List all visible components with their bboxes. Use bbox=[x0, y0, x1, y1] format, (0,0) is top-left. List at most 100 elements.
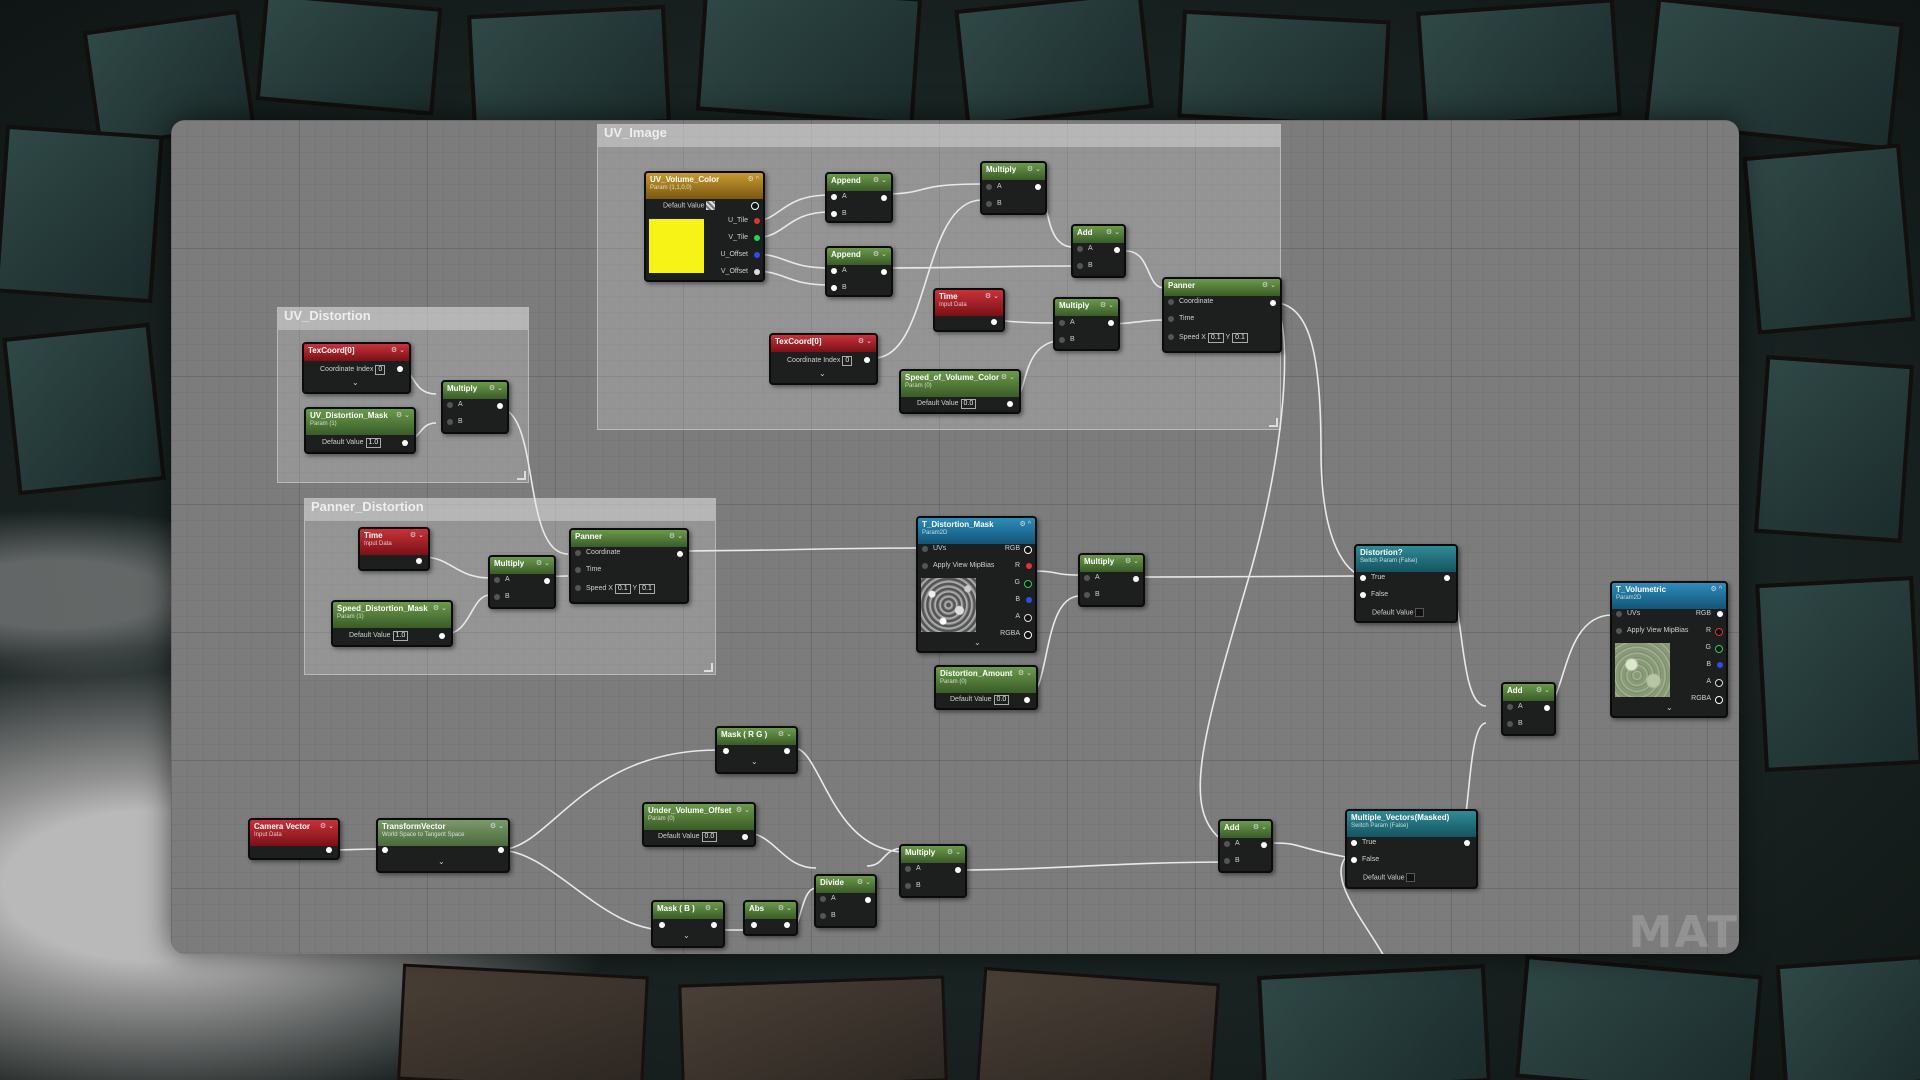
default-value-checkbox[interactable]: Default Value bbox=[1372, 608, 1425, 617]
pin-u-offset[interactable]: U_Offset bbox=[721, 251, 760, 258]
output-pin[interactable] bbox=[677, 551, 683, 557]
input-b[interactable]: B bbox=[905, 882, 921, 889]
output-rgba[interactable]: RGBA bbox=[1691, 695, 1723, 704]
options-icon[interactable]: ⚙ ^ bbox=[1019, 520, 1031, 528]
output-pin[interactable] bbox=[1544, 705, 1550, 711]
input-pin[interactable] bbox=[575, 550, 581, 556]
node-header[interactable]: TexCoord[0] ⚙ ⌄ bbox=[304, 344, 409, 361]
input-a[interactable]: A bbox=[1059, 319, 1075, 326]
options-icon[interactable]: ⚙ ⌄ bbox=[985, 292, 999, 300]
output-pin[interactable] bbox=[1024, 631, 1032, 639]
node-header[interactable]: Multiply ⚙ ⌄ bbox=[901, 846, 965, 863]
input-true[interactable]: True bbox=[1351, 839, 1376, 846]
output-pin[interactable] bbox=[1026, 597, 1032, 603]
output-pin[interactable] bbox=[498, 847, 504, 853]
input-pin[interactable] bbox=[659, 922, 665, 928]
default-value-checkbox[interactable]: Default Value bbox=[1363, 873, 1416, 882]
input-a[interactable]: A bbox=[1224, 840, 1240, 847]
node-header[interactable]: Multiply ⚙ ⌄ bbox=[982, 163, 1045, 180]
input-pin[interactable] bbox=[447, 419, 453, 425]
input-pin[interactable] bbox=[1351, 857, 1357, 863]
field-value[interactable]: 1.0 bbox=[392, 631, 409, 641]
options-icon[interactable]: ⚙ ⌄ bbox=[1125, 557, 1139, 565]
input-false[interactable]: False bbox=[1351, 856, 1379, 863]
output-pin[interactable] bbox=[754, 218, 760, 224]
output-pin[interactable] bbox=[955, 867, 961, 873]
options-icon[interactable]: ⚙ ⌄ bbox=[536, 559, 550, 567]
node-mask-rg[interactable]: Mask ( R G ) ⚙ ⌄ ⌄ bbox=[715, 726, 798, 774]
node-header[interactable]: Multiple_Vectors(Masked) Switch Param (Fa… bbox=[1347, 811, 1476, 837]
input-pin[interactable] bbox=[831, 268, 837, 274]
node-time-panner[interactable]: Time Input Data ⚙ ⌄ bbox=[358, 527, 430, 571]
input-pin[interactable] bbox=[1168, 334, 1174, 340]
output-pin[interactable] bbox=[397, 366, 403, 372]
output-pin[interactable] bbox=[416, 558, 422, 564]
texture-thumbnail[interactable] bbox=[921, 578, 976, 632]
node-header[interactable]: Append ⚙ ⌄ bbox=[827, 248, 891, 265]
node-uv-volume-color[interactable]: UV_Volume_Color Param (1,1,0,0) ⚙ ^ Defaul… bbox=[644, 171, 765, 282]
options-icon[interactable]: ⚙ ⌄ bbox=[1262, 281, 1276, 289]
input-pin[interactable] bbox=[986, 201, 992, 207]
output-pin[interactable] bbox=[544, 578, 550, 584]
output-pin[interactable] bbox=[784, 748, 790, 754]
options-icon[interactable]: ⚙ ⌄ bbox=[736, 806, 750, 814]
output-b[interactable]: B bbox=[1706, 661, 1723, 668]
options-icon[interactable]: ⚙ ⌄ bbox=[873, 176, 887, 184]
output-pin[interactable] bbox=[1261, 842, 1267, 848]
output-pin[interactable] bbox=[1715, 628, 1723, 636]
input-a[interactable]: A bbox=[831, 267, 847, 274]
output-pin[interactable] bbox=[1108, 320, 1114, 326]
input-pin[interactable] bbox=[1224, 858, 1230, 864]
output-rgb[interactable]: RGB bbox=[1696, 610, 1723, 617]
node-distortion-switch[interactable]: Distortion? Switch Param (False) True Fal… bbox=[1354, 544, 1458, 623]
output-pin[interactable] bbox=[326, 847, 332, 853]
input-pin[interactable] bbox=[1077, 246, 1083, 252]
node-texcoord-top[interactable]: TexCoord[0] ⚙ ⌄ Coordinate Index 0 ⌄ bbox=[769, 333, 878, 385]
input-pin[interactable] bbox=[1224, 841, 1230, 847]
input-pin[interactable] bbox=[1077, 263, 1083, 269]
options-icon[interactable]: ⚙ ⌄ bbox=[1001, 373, 1015, 381]
options-icon[interactable]: ⚙ ⌄ bbox=[1027, 165, 1041, 173]
node-multiply-panner[interactable]: Multiply ⚙ ⌄ A B bbox=[488, 555, 556, 609]
expand-chevron-icon[interactable]: ⌄ bbox=[352, 378, 359, 387]
node-header[interactable]: Distortion? Switch Param (False) bbox=[1356, 546, 1456, 572]
speed-y-field[interactable]: 0.1 bbox=[1232, 333, 1248, 343]
node-header[interactable]: T_Volumetric Param2D ⚙ ^ bbox=[1612, 583, 1726, 609]
field-value[interactable]: 0.0 bbox=[993, 695, 1010, 705]
input-mip-bias[interactable]: Apply View MipBias bbox=[1616, 627, 1688, 634]
input-a[interactable]: A bbox=[831, 193, 847, 200]
input-pin[interactable] bbox=[1084, 575, 1090, 581]
input-pin[interactable] bbox=[1084, 592, 1090, 598]
input-pin[interactable] bbox=[447, 402, 453, 408]
node-transform-vector[interactable]: TransformVector World Space to Tangent Sp… bbox=[376, 818, 510, 873]
options-icon[interactable]: ⚙ ^ bbox=[747, 175, 759, 183]
input-pin[interactable] bbox=[1616, 628, 1622, 634]
input-pin[interactable] bbox=[1616, 611, 1622, 617]
node-camera-vector[interactable]: Camera Vector Input Data ⚙ ⌄ bbox=[248, 818, 340, 860]
input-pin[interactable] bbox=[986, 184, 992, 190]
node-speed-distortion-mask[interactable]: Speed_Distortion_Mask Param (1) ⚙ ⌄ Defaul… bbox=[331, 600, 453, 647]
options-icon[interactable]: ⚙ ⌄ bbox=[410, 531, 424, 539]
output-pin[interactable] bbox=[864, 357, 870, 363]
output-r[interactable]: R bbox=[1706, 627, 1723, 636]
color-picker-icon[interactable] bbox=[706, 201, 716, 210]
node-header[interactable]: Multiply ⚙ ⌄ bbox=[1055, 299, 1118, 316]
options-icon[interactable]: ⚙ ⌄ bbox=[320, 822, 334, 830]
output-a[interactable]: A bbox=[1706, 678, 1723, 687]
input-pin[interactable] bbox=[820, 913, 826, 919]
expand-chevron-icon[interactable]: ⌄ bbox=[1666, 703, 1673, 712]
input-coordinate[interactable]: Coordinate bbox=[575, 549, 620, 556]
node-header[interactable]: Under_Volume_Offset Param (0) ⚙ ⌄ bbox=[644, 804, 754, 830]
input-pin[interactable] bbox=[1507, 704, 1513, 710]
options-icon[interactable]: ⚙ ^ bbox=[1710, 585, 1722, 593]
node-texcoord-distortion[interactable]: TexCoord[0] ⚙ ⌄ Coordinate Index 0 ⌄ bbox=[302, 342, 411, 394]
options-icon[interactable]: ⚙ ⌄ bbox=[1018, 669, 1032, 677]
input-pin[interactable] bbox=[831, 194, 837, 200]
node-header[interactable]: Multiply ⚙ ⌄ bbox=[490, 557, 554, 574]
options-icon[interactable]: ⚙ ⌄ bbox=[1536, 686, 1550, 694]
output-pin[interactable] bbox=[1026, 563, 1032, 569]
node-header[interactable]: Abs ⚙ ⌄ bbox=[745, 902, 796, 919]
input-mip-bias[interactable]: Apply View MipBias bbox=[922, 562, 994, 569]
node-distortion-amount[interactable]: Distortion_Amount Param (0) ⚙ ⌄ Default Va… bbox=[934, 665, 1038, 710]
input-speed[interactable]: Speed X 0.1 Y 0.1 bbox=[1168, 333, 1248, 343]
